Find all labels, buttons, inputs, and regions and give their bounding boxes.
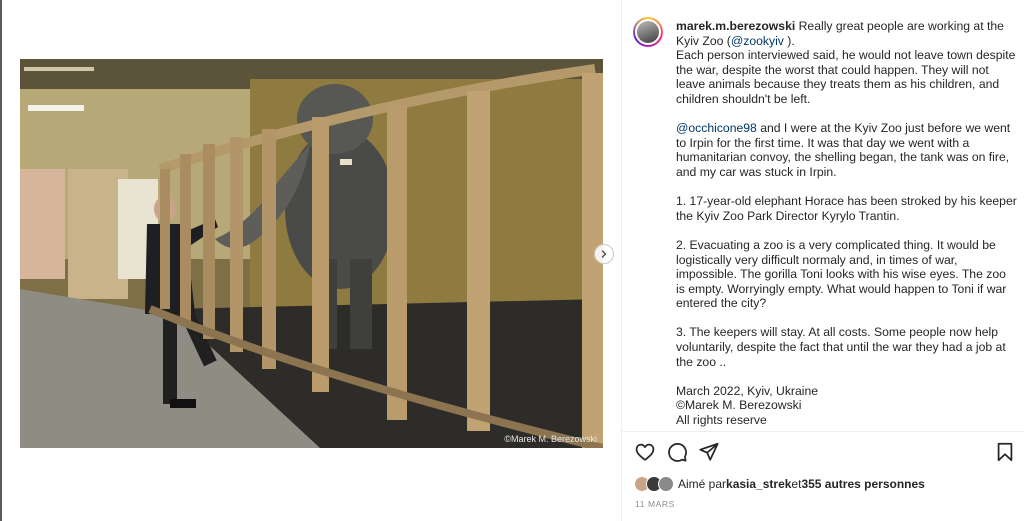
likes-others-link[interactable]: 355 autres personnes (801, 477, 924, 491)
likes-summary: Aimé par kasia_strek et 355 autres perso… (634, 474, 925, 494)
post-caption: marek.m.berezowski Really great people a… (676, 19, 1018, 428)
next-photo-button[interactable] (594, 244, 614, 264)
heart-icon (635, 443, 655, 461)
likes-middle: et (791, 477, 802, 491)
liker-username[interactable]: kasia_strek (726, 477, 791, 491)
actions-divider (622, 431, 1024, 432)
photo-watermark: ©Marek M. Berezowski (504, 434, 597, 444)
post-date[interactable]: 11 MARS (635, 499, 675, 509)
post-sidebar: marek.m.berezowski Really great people a… (622, 0, 1024, 521)
author-avatar[interactable] (633, 17, 663, 47)
comment-icon (668, 443, 687, 462)
post-view: ©Marek M. Berezowski marek.m.berezowski … (0, 0, 1024, 521)
share-icon (699, 442, 719, 461)
caption-paragraph-6: March 2022, Kyiv, Ukraine ©Marek M. Bere… (676, 383, 819, 428)
media-pane: ©Marek M. Berezowski (2, 0, 621, 521)
mention-occhicone98[interactable]: @occhicone98 (676, 121, 757, 135)
liker-avatar (658, 476, 674, 492)
caption-intro-end: ). (783, 33, 795, 48)
bookmark-icon (997, 442, 1013, 462)
elephant-photo (20, 59, 603, 448)
save-button[interactable] (993, 440, 1017, 464)
post-photo[interactable]: ©Marek M. Berezowski (20, 59, 603, 448)
caption-paragraph-3: 1. 17-year-old elephant Horace has been … (676, 194, 1021, 223)
mention-zookyiv[interactable]: @zookyiv (731, 34, 784, 48)
caption-scroll-area[interactable]: marek.m.berezowski Really great people a… (622, 0, 1024, 430)
share-button[interactable] (697, 440, 721, 464)
caption-paragraph-4: 2. Evacuating a zoo is a very complicate… (676, 237, 1010, 311)
like-button[interactable] (633, 440, 657, 464)
chevron-right-icon (601, 250, 607, 258)
caption-paragraph-5: 3. The keepers will stay. At all costs. … (676, 325, 1010, 369)
action-bar (622, 440, 1024, 466)
likes-prefix: Aimé par (678, 477, 727, 491)
liker-avatars[interactable] (634, 475, 676, 493)
caption-paragraph-1: Each person interviewed said, he would n… (676, 48, 1019, 106)
comment-button[interactable] (665, 440, 689, 464)
avatar-image (637, 21, 659, 43)
author-username[interactable]: marek.m.berezowski (676, 19, 795, 33)
